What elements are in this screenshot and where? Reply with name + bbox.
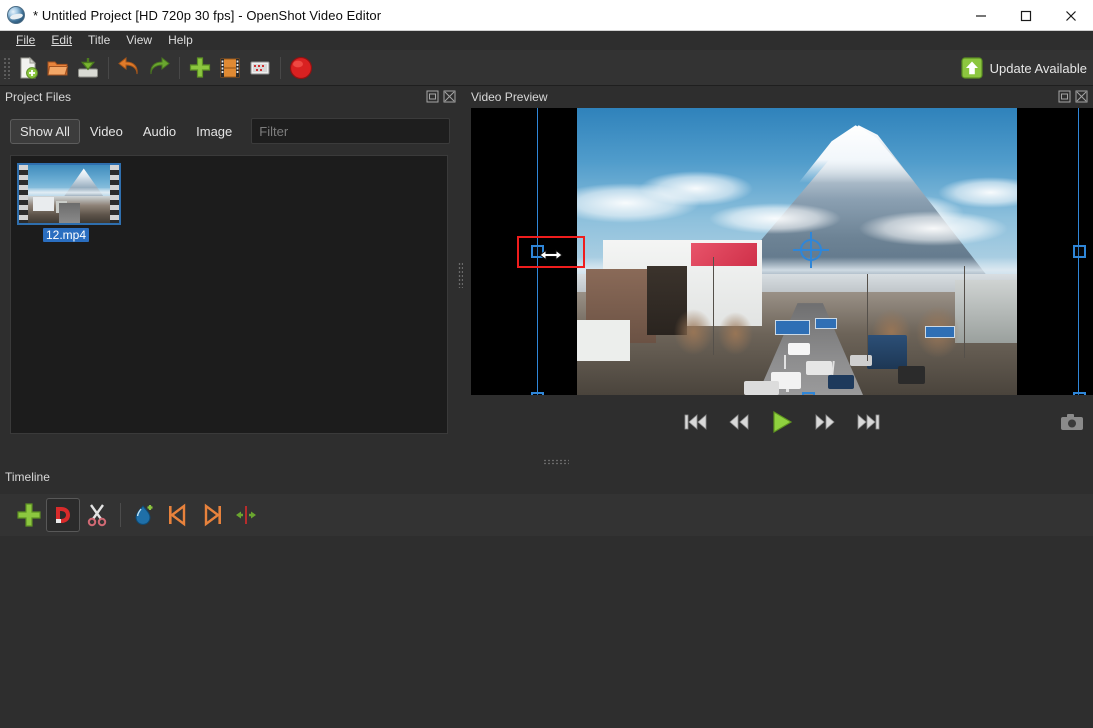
filter-chip-audio[interactable]: Audio xyxy=(133,119,186,144)
resize-handle-bottom-center[interactable] xyxy=(802,392,815,395)
update-available-button[interactable]: Update Available xyxy=(961,50,1087,86)
video-preview-panel-title: Video Preview xyxy=(471,90,548,104)
undo-button[interactable] xyxy=(114,53,144,83)
project-files-panel-title: Project Files xyxy=(5,90,71,104)
close-icon[interactable] xyxy=(1048,0,1093,31)
undock-panel-icon[interactable] xyxy=(426,90,439,103)
menu-help-label: Help xyxy=(168,33,193,47)
playback-controls xyxy=(471,404,1093,446)
close-panel-icon[interactable] xyxy=(1075,90,1088,103)
resize-handle-right-middle[interactable] xyxy=(1073,245,1086,258)
video-preview-panel: Video Preview xyxy=(466,86,1093,460)
window-title: * Untitled Project [HD 720p 30 fps] - Op… xyxy=(33,8,381,23)
jump-to-start-button[interactable] xyxy=(681,407,711,437)
window-controls xyxy=(958,0,1093,31)
camera-icon[interactable] xyxy=(1059,409,1085,435)
timeline-toolbar xyxy=(0,494,1093,536)
add-track-button[interactable] xyxy=(12,498,46,532)
filter-chip-audio-label: Audio xyxy=(143,124,176,139)
file-thumbnail-image xyxy=(28,165,110,223)
project-files-title-row: Project Files xyxy=(0,86,461,108)
timeline-toolbar-separator xyxy=(120,503,121,527)
next-marker-button[interactable] xyxy=(195,498,229,532)
menu-edit-label: Edit xyxy=(51,33,72,47)
menu-title[interactable]: Title xyxy=(80,32,118,50)
horizontal-resize-cursor-icon xyxy=(532,248,570,262)
title-bar: * Untitled Project [HD 720p 30 fps] - Op… xyxy=(0,0,1093,31)
video-preview-title-row: Video Preview xyxy=(466,86,1093,108)
project-files-filter-bar: Show All Video Audio Image xyxy=(10,118,450,144)
menu-view-label: View xyxy=(126,33,152,47)
horizontal-splitter-handle[interactable] xyxy=(543,459,569,465)
play-button[interactable] xyxy=(767,407,797,437)
project-files-panel: Project Files Show All Video Audio Image xyxy=(0,86,461,460)
export-video-button[interactable] xyxy=(245,53,275,83)
fast-forward-button[interactable] xyxy=(810,407,840,437)
timeline-panel-title: Timeline xyxy=(5,470,50,484)
openshot-logo-icon xyxy=(7,6,25,24)
redo-button[interactable] xyxy=(144,53,174,83)
project-files-list[interactable]: 12.mp4 xyxy=(10,155,448,434)
timeline-panel: Timeline xyxy=(0,466,1093,694)
main-toolbar: Update Available xyxy=(0,50,1093,86)
filter-chip-show-all[interactable]: Show All xyxy=(10,119,80,144)
previous-marker-button[interactable] xyxy=(161,498,195,532)
crosshair-target-icon[interactable] xyxy=(793,232,829,268)
choose-profile-button[interactable] xyxy=(215,53,245,83)
update-available-label: Update Available xyxy=(990,61,1087,76)
list-item-label: 12.mp4 xyxy=(43,228,89,242)
add-marker-button[interactable] xyxy=(127,498,161,532)
filter-chip-video[interactable]: Video xyxy=(80,119,133,144)
menu-help[interactable]: Help xyxy=(160,32,201,50)
filter-chip-image[interactable]: Image xyxy=(186,119,242,144)
resize-handle-bottom-left[interactable] xyxy=(531,392,544,395)
resize-handle-bottom-right[interactable] xyxy=(1073,392,1086,395)
menu-file[interactable]: File xyxy=(8,32,43,50)
new-project-button[interactable] xyxy=(13,53,43,83)
film-thumbnail-icon[interactable] xyxy=(17,163,121,225)
close-panel-icon[interactable] xyxy=(443,90,456,103)
menu-title-label: Title xyxy=(88,33,110,47)
video-preview-dock-buttons xyxy=(1058,90,1088,103)
film-perforation-right xyxy=(110,165,119,223)
openshot-main-window: * Untitled Project [HD 720p 30 fps] - Op… xyxy=(0,0,1093,728)
list-item[interactable]: 12.mp4 xyxy=(17,163,125,242)
filter-chip-video-label: Video xyxy=(90,124,123,139)
snapping-toggle-button[interactable] xyxy=(46,498,80,532)
filter-chip-image-label: Image xyxy=(196,124,232,139)
filter-chip-show-all-label: Show All xyxy=(20,124,70,139)
maximize-icon[interactable] xyxy=(1003,0,1048,31)
toolbar-drag-grip[interactable] xyxy=(3,57,11,79)
toolbar-separator xyxy=(280,57,281,79)
toolbar-separator xyxy=(179,57,180,79)
razor-tool-button[interactable] xyxy=(80,498,114,532)
center-playhead-button[interactable] xyxy=(229,498,263,532)
undock-panel-icon[interactable] xyxy=(1058,90,1071,103)
menu-bar: File Edit Title View Help xyxy=(0,31,1093,50)
import-files-button[interactable] xyxy=(185,53,215,83)
toolbar-separator xyxy=(108,57,109,79)
save-project-button[interactable] xyxy=(73,53,103,83)
menu-file-label: File xyxy=(16,33,35,47)
filter-input[interactable] xyxy=(251,118,450,144)
menu-edit[interactable]: Edit xyxy=(43,32,80,50)
green-up-arrow-icon xyxy=(961,57,983,79)
vertical-splitter-handle[interactable] xyxy=(458,262,463,288)
jump-to-end-button[interactable] xyxy=(853,407,883,437)
film-perforation-left xyxy=(19,165,28,223)
menu-view[interactable]: View xyxy=(118,32,160,50)
open-project-button[interactable] xyxy=(43,53,73,83)
rewind-button[interactable] xyxy=(724,407,754,437)
video-preview-stage[interactable] xyxy=(471,108,1093,395)
minimize-icon[interactable] xyxy=(958,0,1003,31)
record-button[interactable] xyxy=(286,53,316,83)
project-files-dock-buttons xyxy=(426,90,456,103)
